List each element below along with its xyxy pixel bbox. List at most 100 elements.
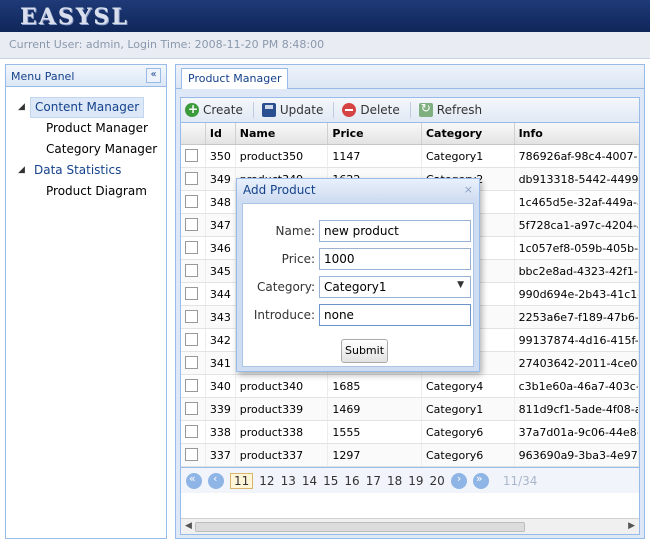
menu-panel-title: Menu Panel: [11, 70, 75, 83]
page-number[interactable]: 12: [259, 474, 274, 488]
scroll-left-icon[interactable]: ◀: [185, 521, 192, 531]
first-page-icon[interactable]: [186, 472, 202, 489]
cell-name: product337: [236, 444, 329, 466]
expand-triangle-icon[interactable]: ◢: [18, 97, 25, 118]
dialog-title: Add Product: [243, 183, 316, 197]
category-label: Category:: [257, 280, 315, 294]
cell-category: Category4: [422, 375, 515, 397]
user-info-bar: Current User: admin, Login Time: 2008-11…: [0, 32, 650, 59]
dialog-title-bar[interactable]: Add Product ×: [237, 179, 479, 201]
cell-name: product338: [236, 421, 329, 443]
grid-toolbar: Create Update Delete Refresh: [181, 98, 639, 123]
cell-info: 963690a9-3ba3-4e97-8: [515, 444, 639, 466]
save-icon: [261, 103, 276, 117]
delete-label: Delete: [360, 103, 400, 117]
row-select-checkbox[interactable]: [185, 172, 198, 185]
submit-button[interactable]: Submit: [341, 339, 388, 363]
tree-node-label: Category Manager: [46, 142, 158, 156]
refresh-icon: [418, 101, 433, 117]
remove-icon: [342, 103, 357, 117]
price-field-row: Price:: [243, 248, 475, 270]
cell-info: 1c465d5e-32af-449a-ab: [515, 191, 639, 213]
scrollbar-thumb[interactable]: [195, 522, 525, 532]
header-checkbox-column: [181, 123, 206, 144]
column-header-id[interactable]: Id: [206, 123, 236, 144]
page-number[interactable]: 18: [387, 474, 402, 488]
row-select-checkbox[interactable]: [185, 310, 198, 323]
cell-id: 342: [206, 329, 236, 351]
pager: 11 12 13 14 15 16 17 18 19 20 11/34: [181, 467, 639, 493]
cell-id: 338: [206, 421, 236, 443]
horizontal-scrollbar[interactable]: ◀ ▶: [181, 518, 639, 534]
table-row[interactable]: 340 product340 1685 Category4 c3b1e60a-46a7-…: [181, 375, 639, 398]
introduce-input[interactable]: [319, 304, 471, 326]
page-number[interactable]: 13: [281, 474, 296, 488]
tree-node-content-manager[interactable]: ◢ Content Manager: [6, 97, 166, 118]
page-number[interactable]: 19: [408, 474, 423, 488]
tree-node-category-manager[interactable]: Category Manager: [6, 139, 166, 160]
row-select-checkbox[interactable]: [185, 287, 198, 300]
row-select-checkbox[interactable]: [185, 241, 198, 254]
cell-price: 1147: [328, 145, 422, 167]
next-page-icon[interactable]: [450, 472, 467, 489]
row-select-checkbox[interactable]: [185, 425, 198, 438]
close-icon[interactable]: ×: [464, 183, 473, 196]
row-select-checkbox[interactable]: [185, 448, 198, 461]
prev-page-icon[interactable]: [208, 472, 224, 489]
refresh-button[interactable]: Refresh: [418, 101, 482, 117]
cell-info: 37a7d01a-9c06-44e8-a: [515, 421, 639, 443]
chevron-down-icon[interactable]: ▼: [457, 280, 464, 290]
category-select[interactable]: Category1 ▼: [319, 276, 471, 298]
row-select-checkbox[interactable]: [185, 195, 198, 208]
page-number[interactable]: 20: [430, 474, 445, 488]
delete-button[interactable]: Delete: [342, 103, 400, 117]
update-button[interactable]: Update: [261, 103, 323, 117]
menu-tree: ◢ Content Manager Product Manager Catego…: [6, 87, 166, 202]
last-page-icon[interactable]: [472, 472, 489, 489]
row-select-checkbox[interactable]: [185, 356, 198, 369]
row-select-checkbox[interactable]: [185, 333, 198, 346]
cell-info: 5f728ca1-a97c-4204-a4: [515, 214, 639, 236]
row-select-checkbox[interactable]: [185, 264, 198, 277]
introduce-field-row: Introduce:: [243, 304, 475, 326]
row-checkbox: [181, 398, 206, 420]
page-number[interactable]: 17: [366, 474, 381, 488]
table-row[interactable]: 338 product338 1555 Category6 37a7d01a-9c06-…: [181, 421, 639, 444]
collapse-icon[interactable]: «: [146, 68, 161, 83]
create-button[interactable]: Create: [185, 103, 243, 117]
page-number[interactable]: 15: [323, 474, 338, 488]
dialog-body: Name: Price: Category: Category1 ▼ Intro…: [242, 203, 474, 367]
page-numbers: 11 12 13 14 15 16 17 18 19 20: [230, 472, 451, 489]
column-header-price[interactable]: Price: [328, 123, 422, 144]
table-row[interactable]: 339 product339 1469 Category1 811d9cf1-5ade-…: [181, 398, 639, 421]
column-header-info[interactable]: Info: [515, 123, 639, 144]
cell-id: 349: [206, 168, 236, 190]
cell-category: Category1: [422, 145, 515, 167]
page-number[interactable]: 11: [230, 472, 254, 489]
page-number[interactable]: 14: [302, 474, 317, 488]
page-total: 11/34: [502, 473, 538, 488]
tree-node-label: Product Manager: [46, 121, 148, 135]
tree-node-product-diagram[interactable]: Product Diagram: [6, 181, 166, 202]
name-input[interactable]: [319, 220, 471, 242]
page-number[interactable]: 16: [344, 474, 359, 488]
expand-triangle-icon[interactable]: ◢: [18, 160, 25, 181]
tree-node-data-statistics[interactable]: ◢ Data Statistics: [6, 160, 166, 181]
row-select-checkbox[interactable]: [185, 402, 198, 415]
scroll-right-icon[interactable]: ▶: [628, 521, 635, 531]
column-header-name[interactable]: Name: [236, 123, 329, 144]
row-checkbox: [181, 260, 206, 282]
price-input[interactable]: [319, 248, 471, 270]
row-select-checkbox[interactable]: [185, 379, 198, 392]
row-select-checkbox[interactable]: [185, 149, 198, 162]
table-row[interactable]: 337 product337 1297 Category6 963690a9-3ba3-…: [181, 444, 639, 467]
column-header-category[interactable]: Category: [422, 123, 515, 144]
cell-id: 337: [206, 444, 236, 466]
tree-node-label: Product Diagram: [46, 184, 147, 198]
cell-info: db913318-5442-4499-8: [515, 168, 639, 190]
tab-product-manager[interactable]: Product Manager: [181, 68, 289, 89]
cell-price: 1297: [328, 444, 422, 466]
tree-node-product-manager[interactable]: Product Manager: [6, 118, 166, 139]
table-row[interactable]: 350 product350 1147 Category1 786926af-98c4-…: [181, 145, 639, 168]
row-select-checkbox[interactable]: [185, 218, 198, 231]
